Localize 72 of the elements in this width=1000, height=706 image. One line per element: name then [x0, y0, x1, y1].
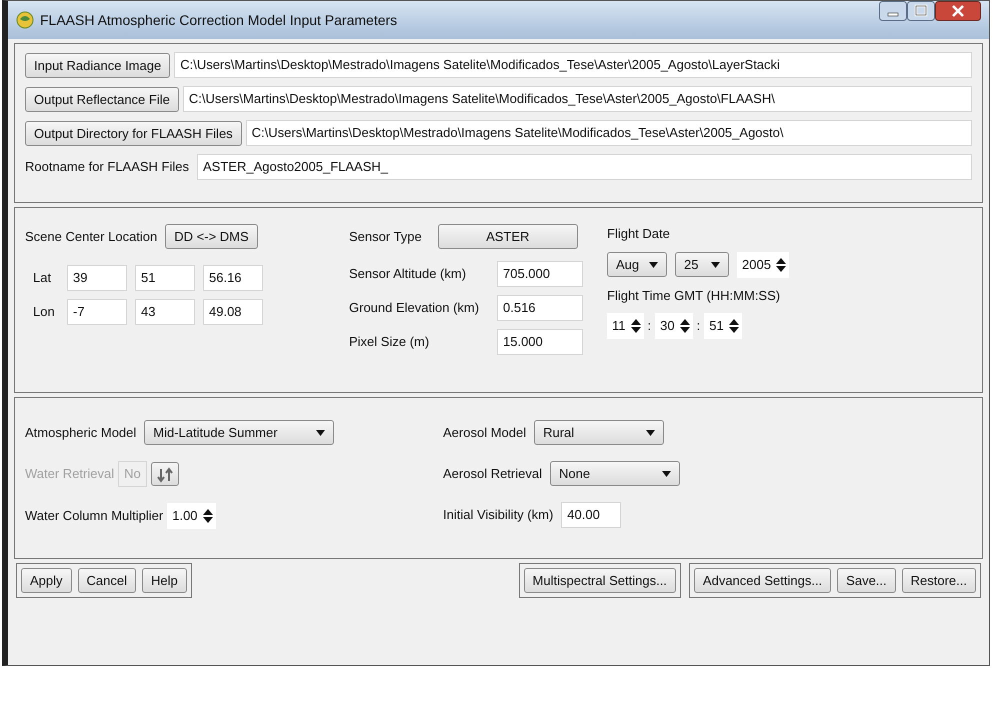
caret-icon: [646, 430, 656, 436]
visibility-field[interactable]: 40.00: [561, 502, 622, 528]
dialog-button[interactable]: Multispectral Settings...: [524, 568, 676, 593]
coordinate-field[interactable]: 49.08: [203, 299, 263, 325]
sensor-field[interactable]: 15.000: [497, 329, 583, 355]
app-icon: [16, 11, 34, 29]
time-separator: :: [696, 317, 700, 336]
sensor-type-label: Sensor Type: [349, 228, 422, 246]
water-retrieval-label: Water Retrieval: [25, 465, 114, 484]
coordinate-label: Lat: [33, 269, 52, 288]
day-dropdown[interactable]: 25: [675, 252, 729, 277]
time-spinner[interactable]: 11: [607, 313, 644, 339]
dialog-button[interactable]: Restore...: [902, 568, 976, 593]
dialog-button[interactable]: Apply: [21, 568, 72, 593]
flight-date-label: Flight Date: [607, 225, 671, 243]
spinner-arrows-icon[interactable]: [202, 508, 214, 524]
rootname-label: Rootname for FLAASH Files: [25, 158, 190, 176]
aerosol-retrieval-label: Aerosol Retrieval: [443, 464, 542, 483]
path-field[interactable]: C:\Users\Martins\Desktop\Mestrado\Imagens Satelite\Modificados_Tese\Aster\2005_Agosto\FLAASH\: [182, 86, 972, 112]
spinner-arrows-icon[interactable]: [630, 318, 642, 334]
aerosol-retrieval-dropdown[interactable]: None: [550, 461, 680, 486]
time-spinner[interactable]: 51: [704, 313, 742, 339]
path-field[interactable]: C:\Users\Martins\Desktop\Mestrado\Imagens Satelite\Modificados_Tese\Aster\2005_Agosto\LayerStacki: [174, 52, 972, 78]
file-button[interactable]: Output Reflectance File: [25, 86, 179, 112]
toggle-button[interactable]: [150, 462, 179, 486]
file-button[interactable]: Output Directory for FLAASH Files: [25, 120, 242, 146]
close-icon[interactable]: [935, 1, 981, 21]
dd-dms-button[interactable]: DD <-> DMS: [165, 224, 258, 249]
coordinate-field[interactable]: 39: [67, 265, 127, 291]
path-field[interactable]: C:\Users\Martins\Desktop\Mestrado\Imagens Satelite\Modificados_Tese\Aster\2005_Agosto\: [246, 120, 972, 146]
window-title: FLAASH Atmospheric Correction Model Input Parameters: [40, 10, 398, 30]
dialog-button[interactable]: Advanced Settings...: [694, 568, 832, 593]
time-spinner[interactable]: 30: [655, 313, 693, 339]
caret-icon: [662, 470, 671, 476]
minimize-icon[interactable]: [879, 1, 907, 21]
caret-icon: [316, 430, 326, 436]
scene-location-label: Scene Center Location: [25, 228, 158, 246]
sensor-field-label: Sensor Altitude (km): [349, 265, 468, 284]
atmospheric-model-label: Atmospheric Model: [25, 424, 136, 442]
sensor-field-label: Ground Elevation (km): [349, 299, 480, 318]
flight-time-label: Flight Time GMT (HH:MM:SS): [607, 286, 782, 305]
aerosol-model-dropdown[interactable]: Rural: [534, 420, 664, 445]
visibility-label: Initial Visibility (km): [443, 506, 554, 524]
caret-icon: [649, 262, 658, 268]
dialog-button[interactable]: Help: [142, 568, 187, 593]
coordinate-label: Lon: [33, 303, 56, 322]
spinner-arrows-icon[interactable]: [678, 318, 691, 334]
up-down-arrows-icon: [156, 466, 173, 483]
coordinate-field[interactable]: 56.16: [203, 265, 263, 291]
water-multiplier-spinner[interactable]: 1.00: [167, 503, 216, 529]
file-button[interactable]: Input Radiance Image: [25, 52, 170, 78]
aerosol-model-label: Aerosol Model: [443, 424, 526, 442]
coordinate-field[interactable]: 51: [135, 265, 195, 291]
dialog-button[interactable]: Cancel: [78, 568, 136, 593]
caret-icon: [711, 262, 720, 268]
sensor-field[interactable]: 705.000: [497, 261, 583, 287]
spinner-arrows-icon[interactable]: [728, 318, 740, 334]
sensor-field[interactable]: 0.516: [497, 295, 583, 321]
spinner-arrows-icon[interactable]: [774, 256, 787, 272]
year-spinner[interactable]: 2005: [737, 252, 789, 278]
sensor-type-button[interactable]: ASTER: [438, 224, 578, 249]
atmospheric-model-dropdown[interactable]: Mid-Latitude Summer: [144, 420, 334, 445]
month-dropdown[interactable]: Aug: [607, 252, 667, 277]
sensor-field-label: Pixel Size (m): [349, 333, 430, 352]
water-multiplier-label: Water Column Multiplier: [25, 507, 164, 526]
rootname-field[interactable]: ASTER_Agosto2005_FLAASH_: [197, 154, 972, 180]
coordinate-field[interactable]: -7: [67, 299, 127, 325]
coordinate-field[interactable]: 43: [135, 299, 195, 325]
maximize-icon[interactable]: [907, 1, 935, 21]
water-retrieval-field: No: [118, 461, 147, 487]
time-separator: :: [648, 317, 652, 336]
dialog-button[interactable]: Save...: [837, 568, 896, 593]
